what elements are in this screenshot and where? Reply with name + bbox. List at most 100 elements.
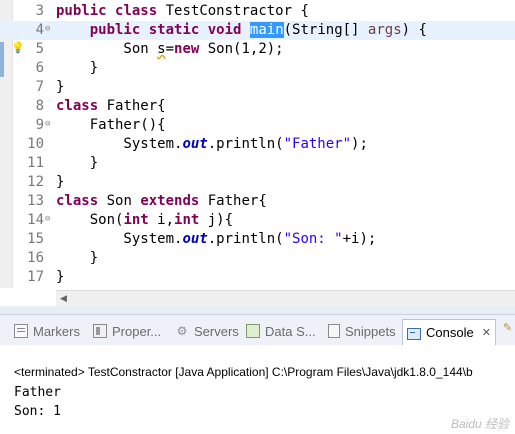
code-token: class (56, 98, 99, 114)
code-token: public (89, 22, 141, 38)
code-token: Father{ (199, 193, 267, 209)
code-line[interactable]: 16 } (0, 249, 515, 268)
code-token: class (56, 193, 99, 209)
line-number: 10 (27, 136, 44, 152)
code-token: int (174, 212, 200, 228)
code-line[interactable]: 11 } (0, 154, 515, 173)
code-token: (String[] (283, 22, 368, 38)
tab-servers[interactable]: ⚙ Servers (175, 320, 239, 342)
code-text: System.out.println("Father"); (56, 135, 368, 154)
code-token: Son( (56, 212, 124, 228)
code-line[interactable]: 12} (0, 173, 515, 192)
code-text: class Son extends Father{ (56, 192, 267, 211)
code-token: Son(1,2); (199, 41, 284, 57)
code-token: .println( (207, 136, 284, 152)
view-tab-bar: Markers Proper... ⚙ Servers Data S... Sn… (0, 314, 515, 346)
code-token: "Father" (283, 136, 352, 152)
code-token: int (123, 212, 149, 228)
code-text: class Father{ (56, 97, 166, 116)
tab-markers[interactable]: Markers (14, 320, 80, 342)
console-process-label: <terminated> TestConstractor [Java Appli… (14, 365, 473, 379)
code-token: Father(){ (56, 117, 166, 133)
console-view[interactable]: <terminated> TestConstractor [Java Appli… (0, 345, 515, 434)
tab-console[interactable]: Console ✕ (402, 319, 496, 345)
code-token: out (182, 136, 208, 152)
code-token: } (56, 250, 99, 266)
line-number: 17 (27, 269, 44, 285)
code-token: } (56, 79, 65, 95)
code-token: = (165, 41, 175, 57)
code-line[interactable]: 4 ⊖ public static void main(String[] args… (0, 21, 515, 40)
code-text: System.out.println("Son: "+i); (56, 230, 376, 249)
close-icon[interactable]: ✕ (482, 326, 491, 339)
code-line[interactable]: 3 public class TestConstractor { (0, 2, 515, 21)
code-text: } (56, 268, 64, 287)
line-number: 15 (27, 231, 44, 247)
code-text: Son s=new Son(1,2); (56, 40, 284, 59)
code-line[interactable]: 14 ⊖ Son(int i,int j){ (0, 211, 515, 230)
code-token: .println( (207, 231, 284, 247)
code-token: Son (98, 193, 141, 209)
code-token: s (157, 41, 166, 57)
code-editor[interactable]: 💡 3 public class TestConstractor {4 ⊖ publ… (0, 0, 515, 288)
view-separator[interactable] (0, 306, 515, 314)
code-line[interactable]: 17} (0, 268, 515, 287)
code-text: } (56, 59, 98, 78)
code-line[interactable]: 9 ⊖ Father(){ (0, 116, 515, 135)
fold-toggle-icon[interactable]: ⊖ (45, 25, 52, 34)
line-number: 12 (27, 174, 44, 190)
code-line[interactable]: 7} (0, 78, 515, 97)
code-line[interactable]: 8 class Father{ (0, 97, 515, 116)
line-number: 7 (35, 79, 44, 95)
code-text: } (56, 154, 98, 173)
code-token: +i); (342, 231, 377, 247)
code-token: static (148, 22, 200, 38)
code-token: TestConstractor { (157, 3, 309, 19)
code-token: Son (56, 41, 158, 57)
code-text: public static void main(String[] args) { (56, 21, 427, 40)
line-number: 9 (35, 117, 44, 133)
line-number: 11 (27, 155, 44, 171)
editor-horizontal-scrollbar[interactable]: ◀ (56, 290, 515, 307)
code-line[interactable]: 13 class Son extends Father{ (0, 192, 515, 211)
data-source-icon (246, 324, 260, 338)
tab-label: Servers (194, 323, 239, 339)
tab-properties[interactable]: Proper... (93, 320, 161, 342)
line-number: 13 (27, 193, 44, 209)
code-token: } (56, 155, 99, 171)
code-token: "Son: " (283, 231, 343, 247)
code-token: args (367, 22, 402, 38)
scroll-left-arrow-icon[interactable]: ◀ (60, 291, 67, 307)
servers-icon: ⚙ (176, 324, 188, 338)
code-token: Father{ (98, 98, 166, 114)
fold-toggle-icon[interactable]: ⊖ (45, 215, 52, 224)
tab-label: Console (426, 325, 474, 340)
pin-icon[interactable]: ✎ (503, 322, 513, 333)
code-text: public class TestConstractor { (56, 2, 309, 21)
fold-toggle-icon[interactable]: ⊖ (45, 120, 52, 129)
line-number: 4 (35, 22, 44, 38)
code-line[interactable]: 10 System.out.println("Father"); (0, 135, 515, 154)
code-line[interactable]: 6 } (0, 59, 515, 78)
code-token: class (115, 3, 158, 19)
markers-icon (14, 324, 28, 338)
tab-data-source[interactable]: Data S... (246, 320, 316, 342)
code-line[interactable]: 15 System.out.println("Son: "+i); (0, 230, 515, 249)
line-number: 16 (27, 250, 44, 266)
code-token: void (207, 22, 242, 38)
code-token: System. (56, 231, 183, 247)
code-line[interactable]: 5 Son s=new Son(1,2); (0, 40, 515, 59)
code-token: new (174, 41, 200, 57)
line-number: 3 (35, 3, 44, 19)
code-token: out (182, 231, 208, 247)
code-token: } (56, 269, 65, 285)
tab-snippets[interactable]: Snippets (328, 320, 396, 342)
code-token: ); (351, 136, 368, 152)
code-token: ) { (401, 22, 427, 38)
console-output-line: Father (14, 385, 61, 400)
code-token: i, (148, 212, 175, 228)
